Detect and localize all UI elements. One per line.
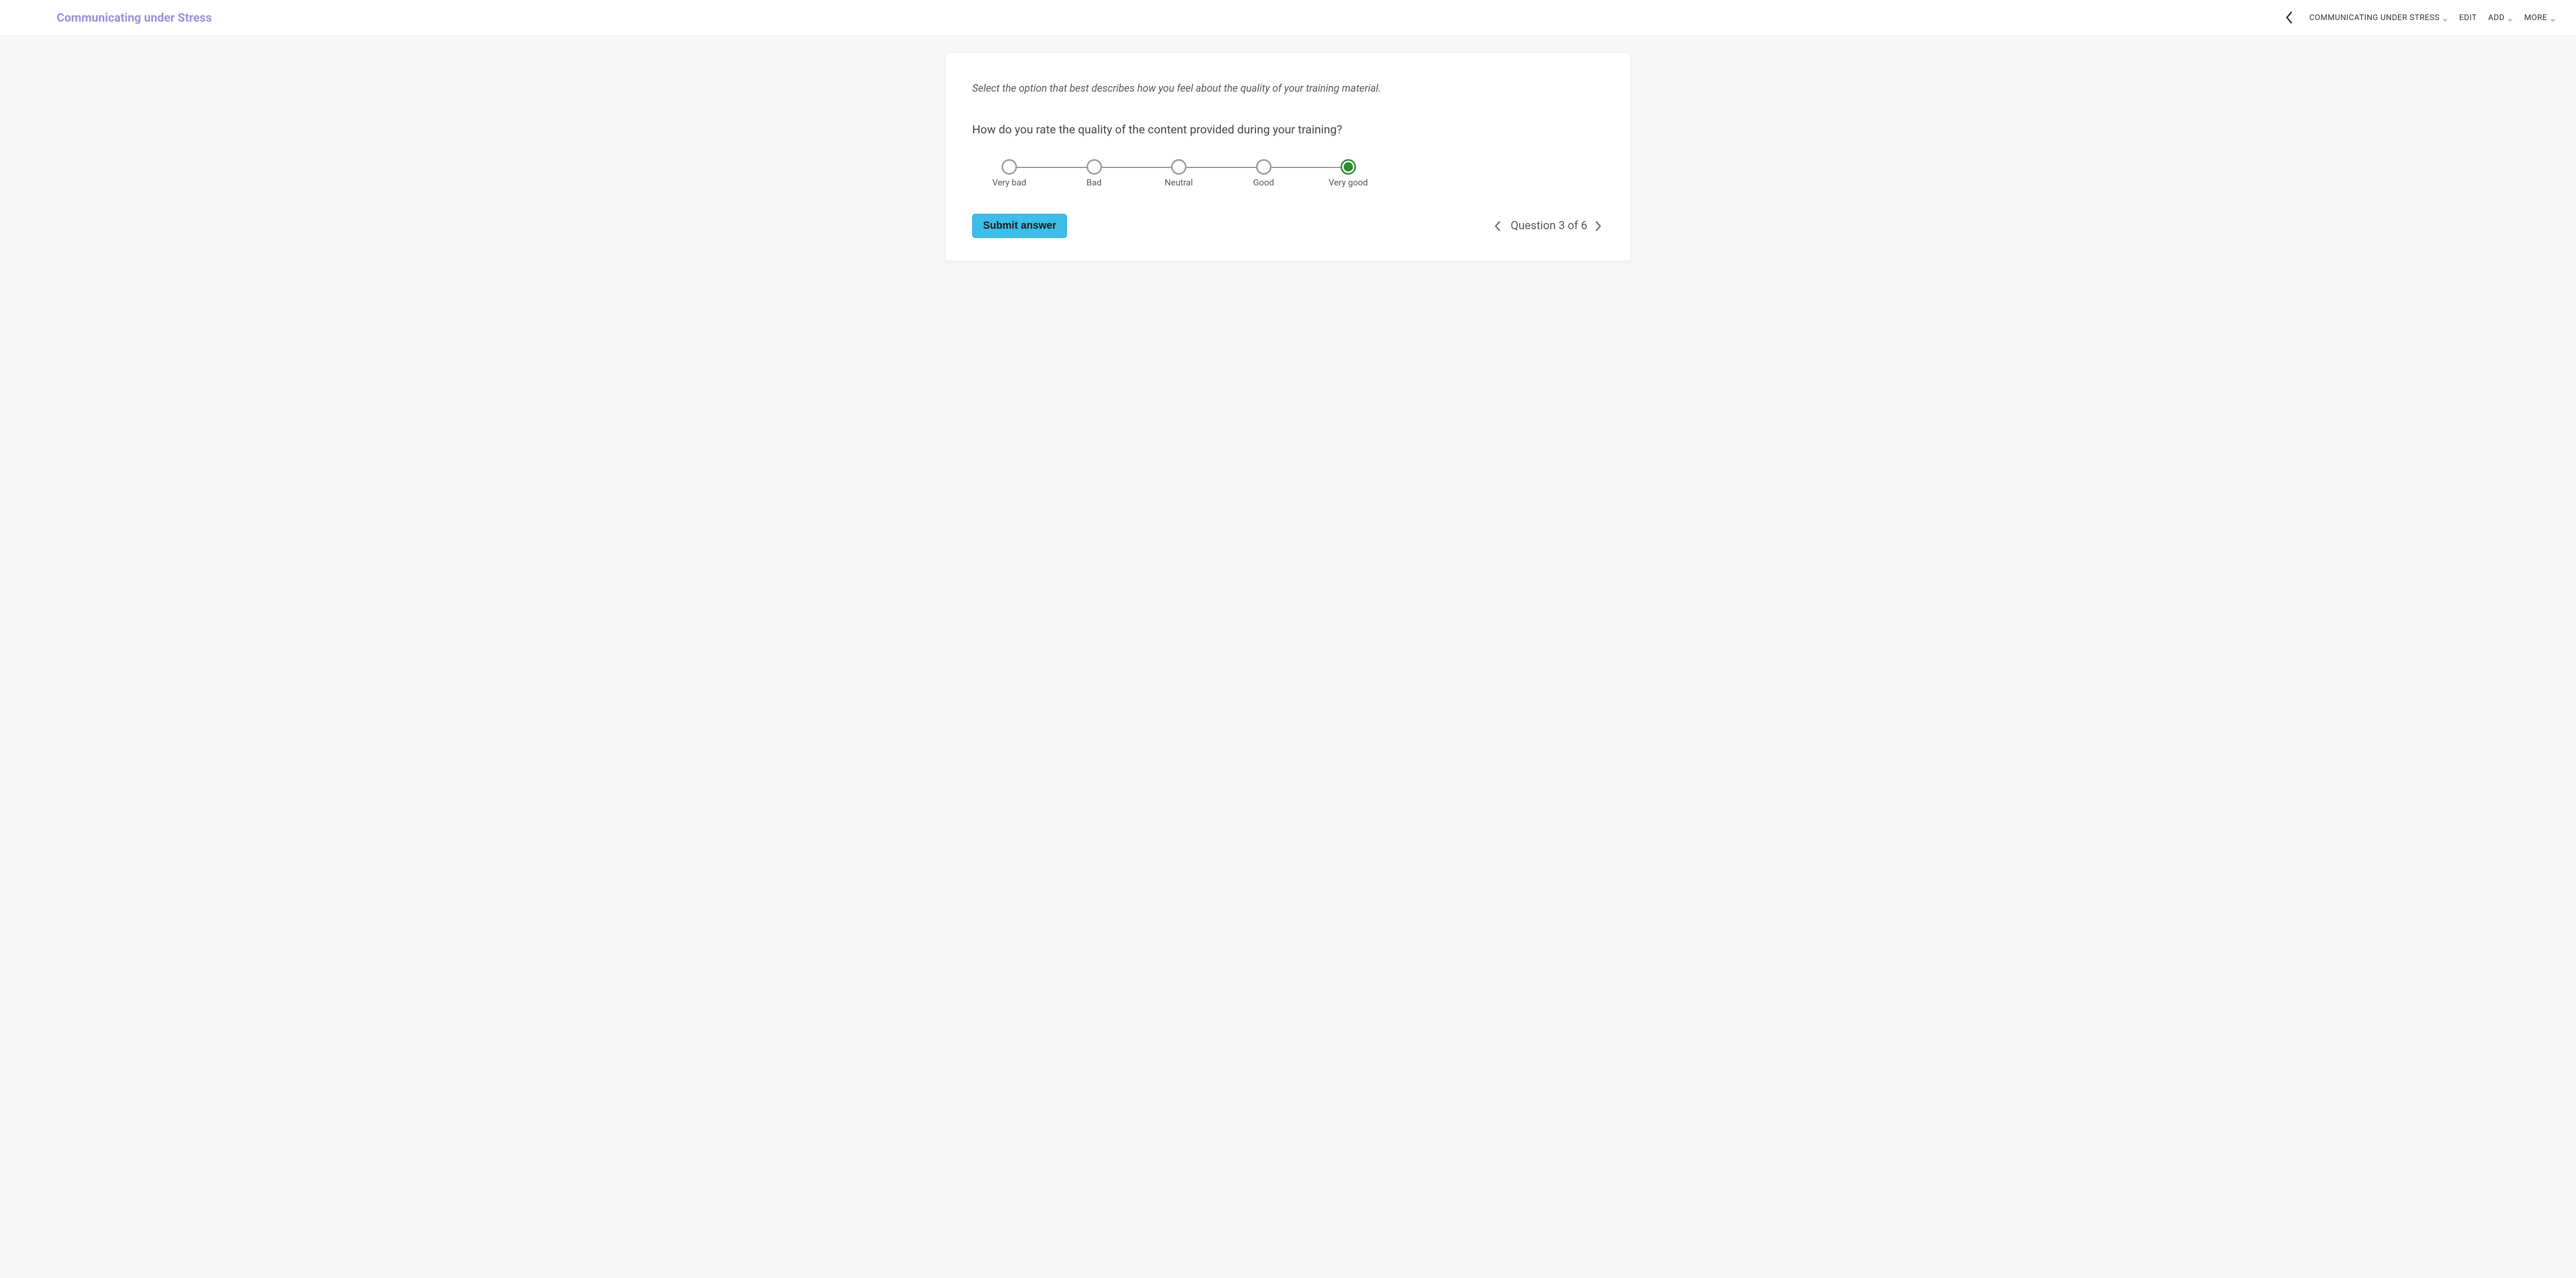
radio-circle xyxy=(1002,159,1017,175)
likert-options: Very bad Bad Neutral Good Very good xyxy=(991,159,1367,188)
likert-label: Very good xyxy=(1329,178,1368,188)
likert-label: Bad xyxy=(1087,178,1101,188)
pager-text: Question 3 of 6 xyxy=(1511,219,1587,232)
chevron-down-icon xyxy=(2507,15,2513,20)
instruction-text: Select the option that best describes ho… xyxy=(972,82,1604,94)
likert-option-very-bad[interactable]: Very bad xyxy=(991,159,1028,188)
edit-label: EDIT xyxy=(2459,13,2477,22)
content-area: Select the option that best describes ho… xyxy=(0,36,2576,1278)
header: Communicating under Stress COMMUNICATING… xyxy=(0,0,2576,36)
more-dropdown[interactable]: MORE xyxy=(2524,13,2555,22)
likert-option-bad[interactable]: Bad xyxy=(1076,159,1113,188)
more-label: MORE xyxy=(2524,13,2547,22)
breadcrumb-label: COMMUNICATING UNDER STRESS xyxy=(2309,13,2439,22)
likert-label: Neutral xyxy=(1165,178,1193,188)
question-pager: Question 3 of 6 xyxy=(1494,219,1604,233)
breadcrumb-dropdown[interactable]: COMMUNICATING UNDER STRESS xyxy=(2309,13,2448,22)
chevron-left-icon xyxy=(2285,10,2294,25)
nav-actions: COMMUNICATING UNDER STRESS EDIT ADD MORE xyxy=(2281,9,2555,26)
submit-button[interactable]: Submit answer xyxy=(972,214,1067,238)
prev-question-button[interactable] xyxy=(1494,219,1503,233)
question-text: How do you rate the quality of the conte… xyxy=(972,123,1604,137)
likert-option-very-good[interactable]: Very good xyxy=(1330,159,1367,188)
chevron-left-icon xyxy=(1494,220,1501,232)
likert-scale: Very bad Bad Neutral Good Very good xyxy=(991,159,1367,188)
survey-card: Select the option that best describes ho… xyxy=(945,53,1631,261)
chevron-down-icon xyxy=(2443,15,2448,20)
radio-circle-selected xyxy=(1341,159,1356,175)
likert-option-neutral[interactable]: Neutral xyxy=(1160,159,1197,188)
radio-circle xyxy=(1087,159,1102,175)
likert-label: Good xyxy=(1253,178,1274,188)
next-question-button[interactable] xyxy=(1595,219,1604,233)
page-title: Communicating under Stress xyxy=(57,11,212,25)
back-button[interactable] xyxy=(2281,9,2298,26)
radio-circle xyxy=(1256,159,1272,175)
chevron-down-icon xyxy=(2550,15,2555,20)
add-label: ADD xyxy=(2488,13,2504,22)
edit-button[interactable]: EDIT xyxy=(2459,13,2477,22)
add-dropdown[interactable]: ADD xyxy=(2488,13,2513,22)
likert-option-good[interactable]: Good xyxy=(1245,159,1282,188)
likert-label: Very bad xyxy=(992,178,1026,188)
chevron-right-icon xyxy=(1595,220,1602,232)
radio-circle xyxy=(1171,159,1187,175)
card-footer: Submit answer Question 3 of 6 xyxy=(972,214,1604,238)
